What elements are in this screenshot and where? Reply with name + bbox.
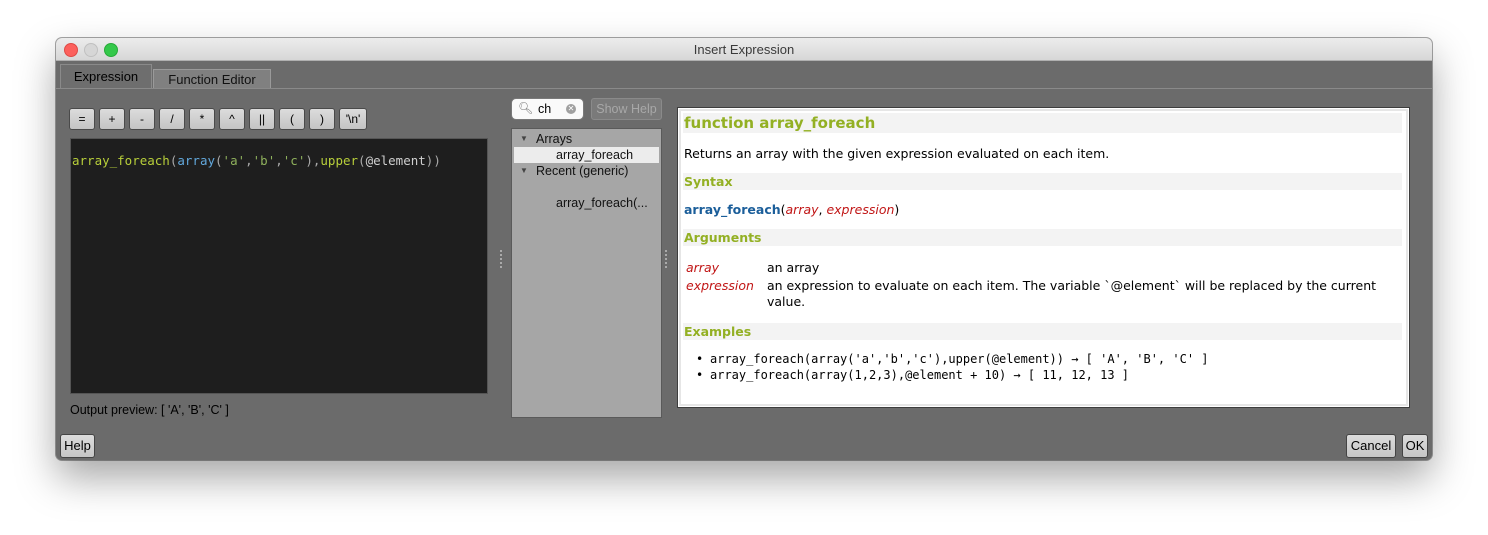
- code-token: )): [425, 153, 441, 168]
- help-button[interactable]: Help: [60, 434, 95, 458]
- operator-concat-button[interactable]: ||: [249, 108, 275, 130]
- operator-plus-button[interactable]: +: [99, 108, 125, 130]
- function-tree[interactable]: ▼ Arrays array_foreach ▼ Recent (generic…: [511, 128, 662, 418]
- operator-close-paren-button[interactable]: ): [309, 108, 335, 130]
- operator-equals-button[interactable]: =: [69, 108, 95, 130]
- code-token: ,: [275, 153, 283, 168]
- tree-group-recent[interactable]: ▼ Recent (generic): [512, 163, 661, 179]
- argument-desc-array: an array: [767, 260, 820, 275]
- splitter-handle-left[interactable]: [500, 250, 502, 270]
- search-icon: 🔍︎: [518, 101, 534, 115]
- tree-group-arrays[interactable]: ▼ Arrays: [512, 131, 661, 147]
- window-title: Insert Expression: [693, 42, 795, 57]
- search-field[interactable]: 🔍︎ ch ✕: [511, 98, 584, 120]
- code-token: 'b': [252, 153, 276, 168]
- tree-item-recent-array-foreach[interactable]: array_foreach(...: [512, 195, 661, 211]
- tree-group-label: Recent (generic): [536, 164, 629, 178]
- code-token: array: [177, 153, 216, 168]
- cancel-button[interactable]: Cancel: [1346, 434, 1396, 458]
- operator-open-paren-button[interactable]: (: [279, 108, 305, 130]
- code-token: ),: [305, 153, 321, 168]
- show-help-button[interactable]: Show Help: [591, 98, 662, 120]
- code-token: (: [358, 153, 366, 168]
- insert-expression-dialog: Insert Expression Expression Function Ed…: [56, 38, 1432, 460]
- search-input[interactable]: ch: [538, 102, 551, 116]
- code-token: array_foreach: [72, 153, 170, 168]
- operator-multiply-button[interactable]: *: [189, 108, 215, 130]
- tab-divider: [56, 88, 1432, 89]
- syntax-heading: Syntax: [683, 173, 1402, 190]
- examples-heading: Examples: [683, 323, 1402, 340]
- argument-name-expression: expression: [686, 278, 754, 293]
- tree-item-label: array_foreach: [556, 148, 634, 162]
- title-bar: Insert Expression: [56, 38, 1432, 61]
- example-text: array_foreach(array('a','b','c'),upper(@…: [710, 352, 1209, 366]
- output-preview: Output preview: [ 'A', 'B', 'C' ]: [70, 403, 229, 417]
- ok-button[interactable]: OK: [1402, 434, 1428, 458]
- syntax-line: array_foreach(array, expression): [684, 202, 899, 217]
- splitter-handle-right[interactable]: [665, 250, 667, 270]
- syntax-function-name: array_foreach: [684, 202, 781, 217]
- code-token: upper: [320, 153, 359, 168]
- code-token: ,: [245, 153, 253, 168]
- syntax-arg-array: array: [785, 202, 819, 217]
- code-token: 'a': [222, 153, 246, 168]
- code-token: (: [215, 153, 223, 168]
- code-token: 'c': [282, 153, 306, 168]
- operator-minus-button[interactable]: -: [129, 108, 155, 130]
- argument-desc-expression: an expression to evaluate on each item. …: [767, 278, 1377, 309]
- example-item: • array_foreach(array(1,2,3),@element + 1…: [696, 368, 1130, 382]
- operator-power-button[interactable]: ^: [219, 108, 245, 130]
- operator-newline-button[interactable]: '\n': [339, 108, 367, 130]
- code-token: @element: [365, 153, 426, 168]
- clear-search-icon[interactable]: ✕: [566, 104, 576, 114]
- syntax-close-paren: ): [894, 202, 900, 217]
- tab-function-editor[interactable]: Function Editor: [153, 69, 271, 89]
- syntax-arg-expression: expression: [826, 202, 895, 217]
- tree-item-label: array_foreach(...: [556, 196, 648, 210]
- tree-group-label: Arrays: [536, 132, 573, 146]
- help-title: function array_foreach: [683, 113, 1402, 133]
- tab-expression[interactable]: Expression: [60, 64, 152, 88]
- operator-divide-button[interactable]: /: [159, 108, 185, 130]
- example-item: • array_foreach(array('a','b','c'),upper(…: [696, 352, 1209, 366]
- tree-item-array-foreach[interactable]: array_foreach: [514, 147, 659, 163]
- help-panel: function array_foreach Returns an array …: [677, 107, 1410, 408]
- argument-name-array: array: [686, 260, 719, 275]
- example-text: array_foreach(array(1,2,3),@element + 10…: [710, 368, 1130, 382]
- expression-editor[interactable]: array_foreach(array('a','b','c'),upper(@…: [70, 138, 488, 394]
- help-description: Returns an array with the given expressi…: [684, 146, 1110, 161]
- expand-arrow-icon[interactable]: ▼: [520, 163, 528, 179]
- expand-arrow-icon[interactable]: ▼: [520, 131, 528, 147]
- arguments-heading: Arguments: [683, 229, 1402, 246]
